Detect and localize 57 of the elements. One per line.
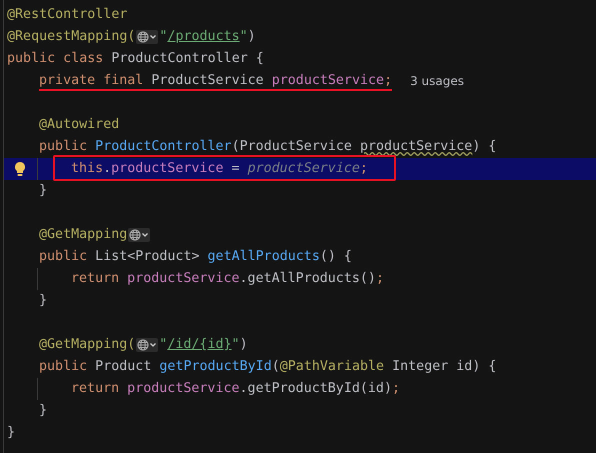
keyword-text: public class xyxy=(7,50,104,68)
keyword-text: ; xyxy=(384,72,392,90)
method-name: getAllProducts xyxy=(208,248,320,266)
code-text: ( xyxy=(272,358,280,376)
code-text: Product xyxy=(95,358,152,376)
globe-dropdown-icon[interactable] xyxy=(136,30,158,44)
keyword-text: ; xyxy=(360,160,368,178)
code-text: } xyxy=(7,424,16,442)
field-name: productService xyxy=(127,380,240,398)
globe-dropdown-icon[interactable] xyxy=(136,338,158,352)
code-text: ProductService xyxy=(151,72,265,90)
keyword-text: return xyxy=(71,270,120,288)
parameter-name: productService xyxy=(360,138,472,156)
annotation-text: @GetMapping xyxy=(39,226,128,244)
annotation-text: @PathVariable xyxy=(280,358,386,376)
keyword-text: ; xyxy=(392,380,400,398)
code-text: } xyxy=(39,292,48,310)
keyword-text: private final xyxy=(39,72,144,90)
code-text: } xyxy=(39,402,48,420)
string-quote: " xyxy=(240,28,248,46)
string-quote: " xyxy=(159,28,168,46)
code-text: () { xyxy=(320,248,352,266)
method-name: getProductById xyxy=(159,358,272,376)
code-text: ) { xyxy=(472,138,496,156)
keyword-text: public xyxy=(39,138,88,156)
keyword-text: public xyxy=(39,358,88,376)
url-string: /products xyxy=(167,28,240,46)
code-text: . xyxy=(103,160,112,178)
field-name: productService xyxy=(127,270,240,288)
annotation-text: @Autowired xyxy=(39,116,120,134)
code-text: } xyxy=(39,182,48,200)
code-text: ) xyxy=(248,28,256,46)
code-text: ProductController { xyxy=(111,50,264,68)
keyword-text: return xyxy=(71,380,120,398)
annotation-text: @GetMapping( xyxy=(39,336,136,354)
field-name: productService xyxy=(272,72,384,90)
globe-dropdown-icon[interactable] xyxy=(128,228,150,242)
code-text: = xyxy=(230,160,241,178)
code-text: .getAllProducts() xyxy=(240,270,376,288)
code-text: Integer id) { xyxy=(392,358,496,376)
code-text: (ProductService xyxy=(232,138,353,156)
method-name: ProductController xyxy=(95,138,232,156)
keyword-text: this xyxy=(71,160,104,178)
string-quote: " xyxy=(159,336,168,354)
url-string: /id/{id} xyxy=(167,336,232,354)
field-name: productService xyxy=(111,160,224,178)
code-text: List<Product> xyxy=(95,248,200,266)
keyword-text: public xyxy=(39,248,88,266)
parameter-name: productService xyxy=(248,160,360,178)
annotation-text: @RestController xyxy=(7,6,128,24)
lightbulb-icon[interactable] xyxy=(14,161,26,177)
string-quote: " xyxy=(232,336,240,354)
keyword-text: ; xyxy=(376,270,384,288)
annotation-text: @RequestMapping( xyxy=(7,28,136,46)
code-text: .getProductById(id) xyxy=(240,380,392,398)
code-text: ) xyxy=(240,336,248,354)
usages-hint[interactable]: 3 usages xyxy=(410,70,464,92)
